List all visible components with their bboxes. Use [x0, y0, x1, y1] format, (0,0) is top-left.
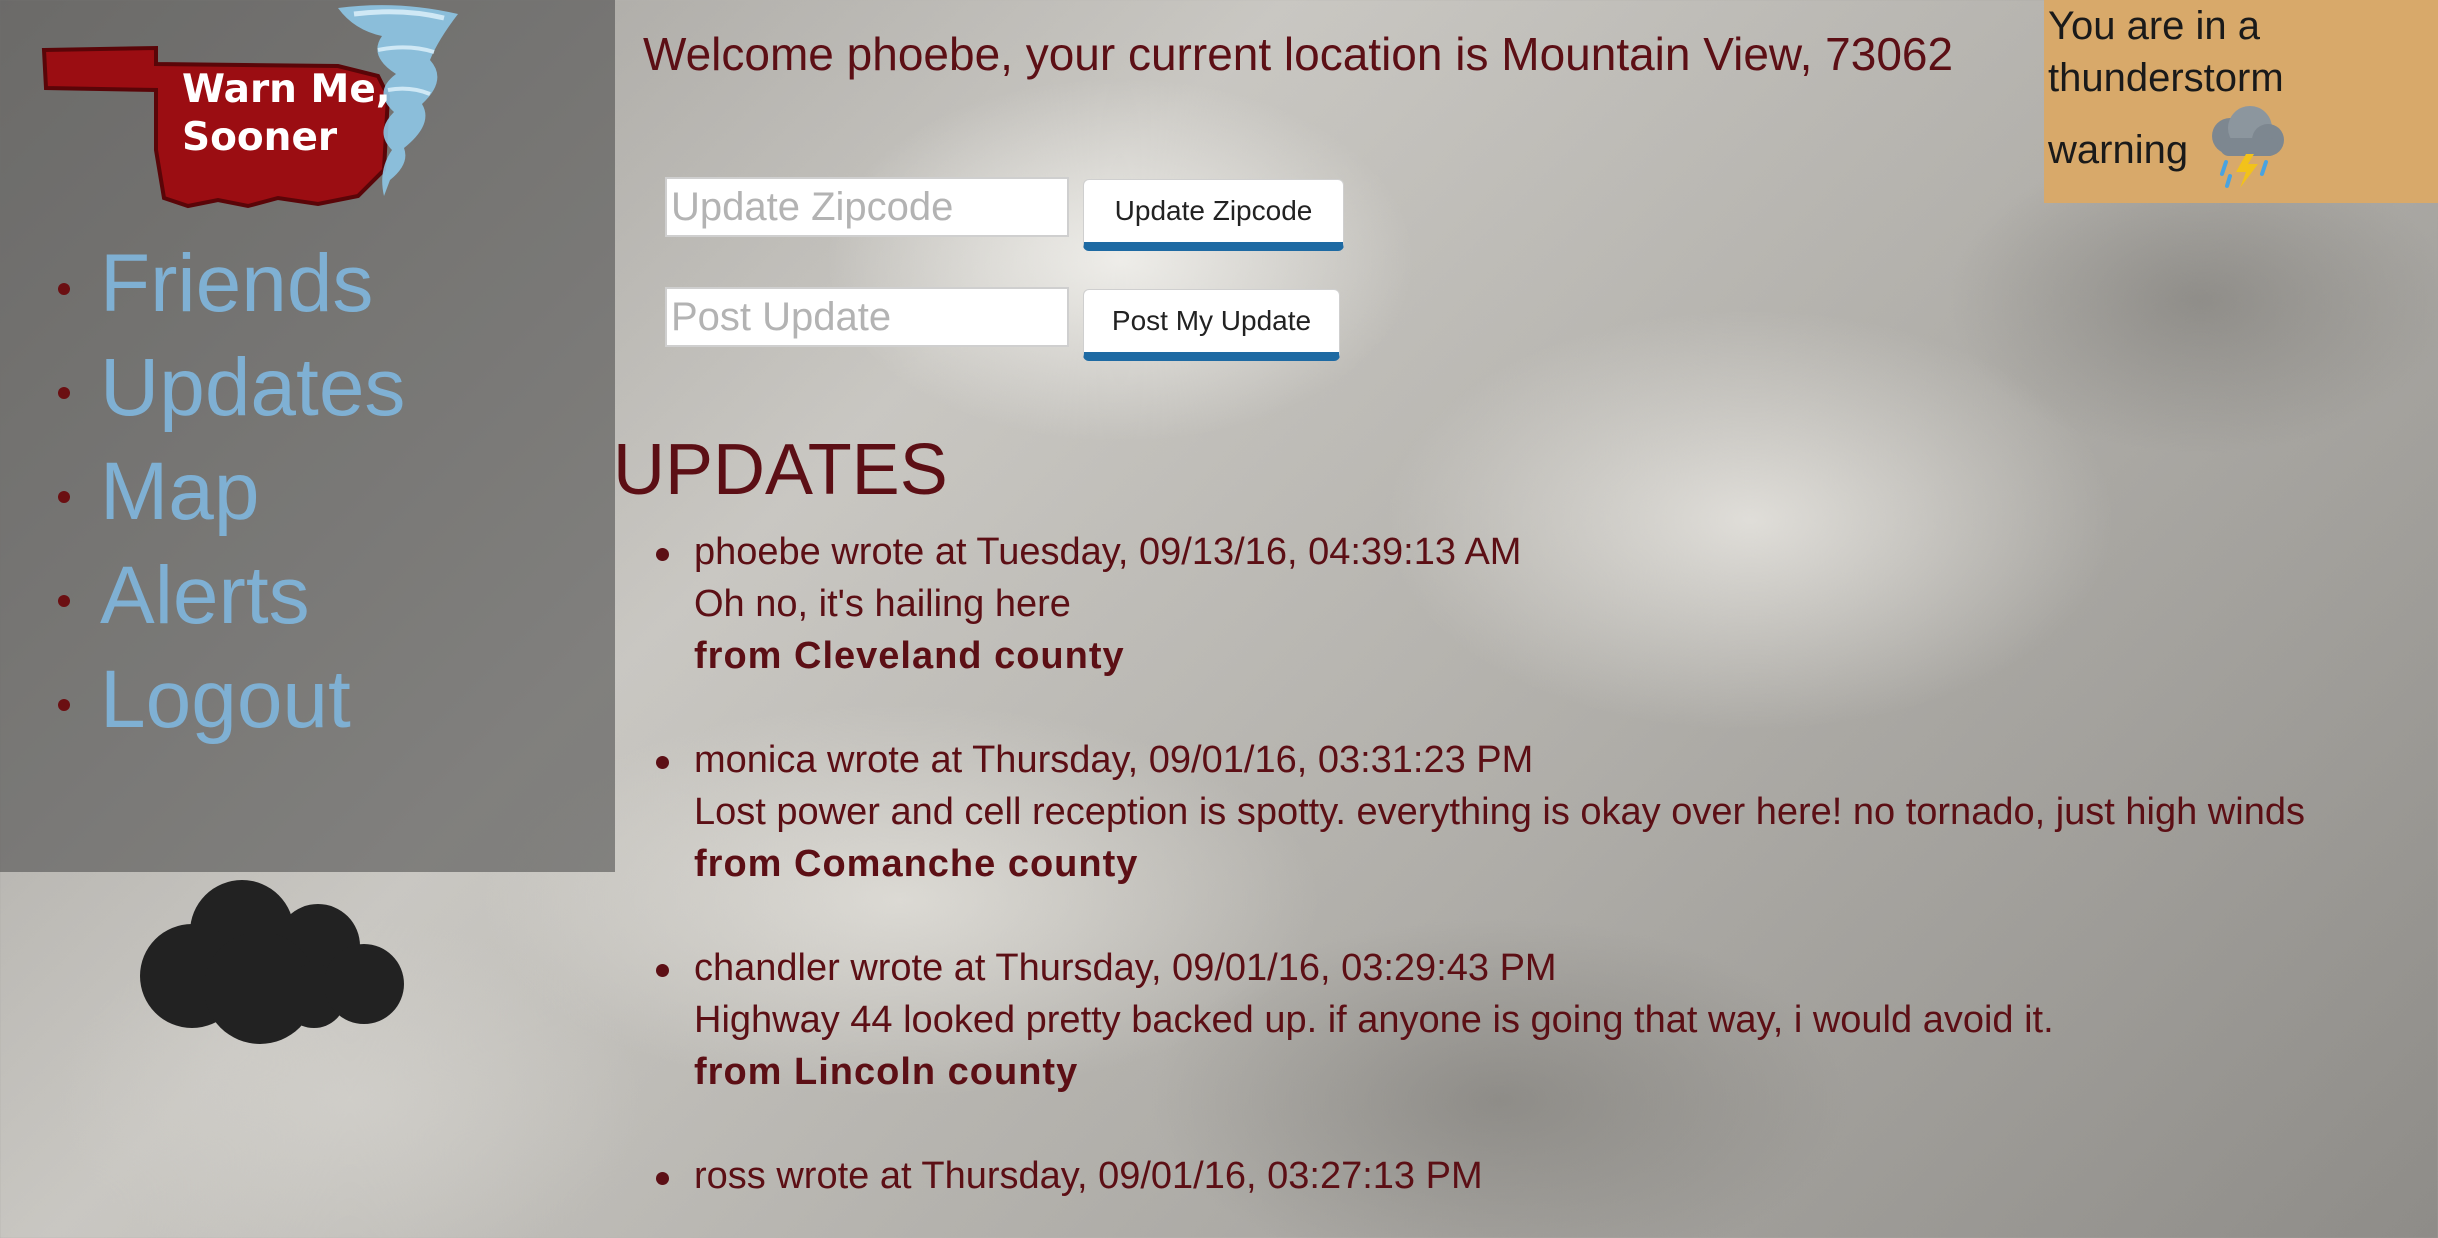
- sidebar-item-logout[interactable]: Logout: [58, 648, 405, 752]
- update-county: from Comanche county: [694, 843, 1139, 885]
- update-header: ross wrote at Thursday, 09/01/16, 03:27:…: [694, 1155, 1483, 1197]
- post-update-button[interactable]: Post My Update: [1083, 289, 1340, 361]
- logo[interactable]: Warn Me, Sooner: [38, 0, 538, 215]
- alert-last-line: warning: [2048, 106, 2434, 192]
- zipcode-input[interactable]: [665, 177, 1069, 237]
- bullet-icon: [58, 595, 70, 607]
- update-zipcode-button[interactable]: Update Zipcode: [1083, 179, 1344, 251]
- welcome-message: Welcome phoebe, your current location is…: [643, 28, 1954, 80]
- updates-feed: phoebe wrote at Tuesday, 09/13/16, 04:39…: [652, 526, 2352, 1238]
- update-county: from Lincoln county: [694, 1051, 1079, 1093]
- update-message: Lost power and cell reception is spotty.…: [694, 791, 2305, 833]
- nav-link-logout[interactable]: Logout: [100, 648, 351, 752]
- bullet-icon: [58, 283, 70, 295]
- update-header: monica wrote at Thursday, 09/01/16, 03:3…: [694, 739, 1534, 781]
- update-item: phoebe wrote at Tuesday, 09/13/16, 04:39…: [652, 526, 2352, 682]
- update-message: Highway 44 looked pretty backed up. if a…: [694, 999, 2054, 1041]
- update-header: phoebe wrote at Tuesday, 09/13/16, 04:39…: [694, 531, 1522, 573]
- cloud-icon: [140, 880, 404, 1044]
- update-county: from Cleveland county: [694, 635, 1125, 677]
- update-message: Oh no, it's hailing here: [694, 583, 1071, 625]
- alert-text-line3: warning: [2048, 128, 2189, 172]
- sidebar: Warn Me, Sooner Friends Updates Map Aler…: [0, 0, 615, 872]
- nav-link-alerts[interactable]: Alerts: [100, 544, 310, 648]
- sidebar-item-map[interactable]: Map: [58, 440, 405, 544]
- sidebar-item-updates[interactable]: Updates: [58, 336, 405, 440]
- nav-link-updates[interactable]: Updates: [100, 336, 405, 440]
- sidebar-nav: Friends Updates Map Alerts Logout: [58, 232, 405, 752]
- nav-link-map[interactable]: Map: [100, 440, 260, 544]
- bullet-icon: [58, 387, 70, 399]
- alert-text-line1: You are in a: [2048, 4, 2261, 48]
- bullet-icon: [58, 699, 70, 711]
- thunderstorm-icon: [2212, 106, 2285, 188]
- post-update-input[interactable]: [665, 287, 1069, 347]
- logo-text: Warn Me, Sooner: [182, 67, 391, 160]
- update-header: chandler wrote at Thursday, 09/01/16, 03…: [694, 947, 1557, 989]
- weather-alert: You are in a thunderstorm warning: [2044, 0, 2438, 203]
- update-item: monica wrote at Thursday, 09/01/16, 03:3…: [652, 734, 2352, 890]
- sidebar-item-alerts[interactable]: Alerts: [58, 544, 405, 648]
- update-item: chandler wrote at Thursday, 09/01/16, 03…: [652, 942, 2352, 1098]
- sidebar-item-friends[interactable]: Friends: [58, 232, 405, 336]
- alert-text-line2: thunderstorm: [2048, 56, 2284, 100]
- bullet-icon: [58, 491, 70, 503]
- update-item: ross wrote at Thursday, 09/01/16, 03:27:…: [652, 1150, 2352, 1202]
- nav-link-friends[interactable]: Friends: [100, 232, 373, 336]
- updates-heading: UPDATES: [613, 430, 948, 510]
